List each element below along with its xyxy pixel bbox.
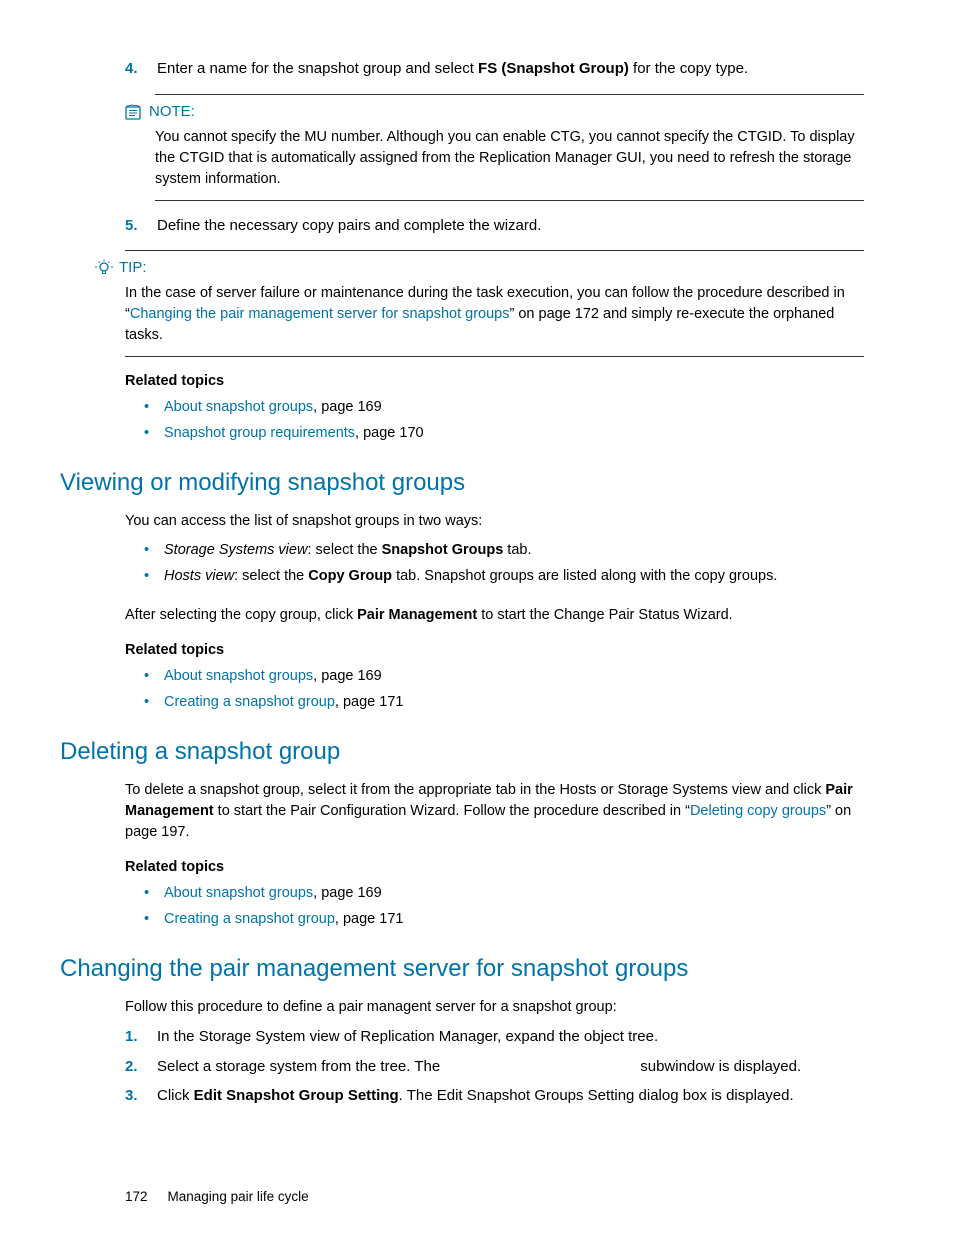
list-item: • About snapshot groups, page 169: [144, 883, 864, 904]
related-link[interactable]: Creating a snapshot group: [164, 911, 335, 927]
del-link[interactable]: Deleting copy groups: [690, 803, 826, 819]
view-after-pre: After selecting the copy group, click: [125, 607, 357, 623]
change-step-3-number: 3.: [125, 1085, 157, 1107]
note-label: NOTE:: [149, 101, 195, 123]
list-item: • Storage Systems view: select the Snaps…: [144, 540, 864, 561]
related-link[interactable]: About snapshot groups: [164, 668, 313, 684]
step4-bold: FS (Snapshot Group): [478, 60, 629, 77]
bullet-icon: •: [144, 423, 164, 444]
tip-icon: [95, 260, 113, 276]
change-step-1-body: In the Storage System view of Replicatio…: [157, 1026, 864, 1048]
view-after-post: to start the Change Pair Status Wizard.: [477, 607, 732, 623]
related-topics-label-2: Related topics: [125, 640, 864, 661]
del-mid: to start the Pair Configuration Wizard. …: [214, 803, 690, 819]
related-rest: , page 169: [313, 668, 382, 684]
change-step-1: 1. In the Storage System view of Replica…: [125, 1026, 864, 1048]
change-step-2-body: Select a storage system from the tree. T…: [157, 1056, 864, 1078]
view-b2-bold: Copy Group: [308, 568, 392, 584]
heading-changing: Changing the pair management server for …: [60, 952, 864, 987]
related-link[interactable]: About snapshot groups: [164, 399, 313, 415]
note-header: NOTE:: [125, 101, 864, 123]
bullet-icon: •: [144, 692, 164, 713]
bullet-icon: •: [144, 666, 164, 687]
related-link[interactable]: About snapshot groups: [164, 885, 313, 901]
step-5-body: Define the necessary copy pairs and comp…: [157, 215, 864, 237]
viewing-intro: You can access the list of snapshot grou…: [125, 511, 864, 532]
s3-pre: Click: [157, 1087, 194, 1104]
change-step-3-body: Click Edit Snapshot Group Setting. The E…: [157, 1085, 864, 1107]
related-link[interactable]: Snapshot group requirements: [164, 425, 355, 441]
list-item: • About snapshot groups, page 169: [144, 397, 864, 418]
footer-title: Managing pair life cycle: [168, 1187, 309, 1207]
s2-pre: Select a storage system from the tree. T…: [157, 1058, 444, 1075]
change-step-2-number: 2.: [125, 1056, 157, 1078]
note-box: NOTE: You cannot specify the MU number. …: [155, 94, 864, 201]
list-item: • Hosts view: select the Copy Group tab.…: [144, 566, 864, 587]
bullet-icon: •: [144, 566, 164, 587]
view-b2-post: tab. Snapshot groups are listed along wi…: [392, 568, 777, 584]
viewing-list: • Storage Systems view: select the Snaps…: [144, 540, 864, 587]
related-topics-label-3: Related topics: [125, 857, 864, 878]
tip-link[interactable]: Changing the pair management server for …: [130, 306, 510, 322]
deleting-para: To delete a snapshot group, select it fr…: [125, 780, 864, 843]
related-topics-label-1: Related topics: [125, 371, 864, 392]
change-step-3: 3. Click Edit Snapshot Group Setting. Th…: [125, 1085, 864, 1107]
view-b2-pre: : select the: [234, 568, 308, 584]
tip-body: In the case of server failure or mainten…: [125, 283, 864, 346]
related-rest: , page 171: [335, 694, 404, 710]
step4-post: for the copy type.: [629, 60, 748, 77]
heading-viewing: Viewing or modifying snapshot groups: [60, 466, 864, 501]
tip-label: TIP:: [119, 257, 147, 279]
step-4-body: Enter a name for the snapshot group and …: [157, 58, 864, 80]
viewing-after: After selecting the copy group, click Pa…: [125, 605, 864, 626]
del-pre: To delete a snapshot group, select it fr…: [125, 782, 825, 798]
step4-pre: Enter a name for the snapshot group and …: [157, 60, 478, 77]
related-rest: , page 171: [335, 911, 404, 927]
page-footer: 172 Managing pair life cycle: [125, 1187, 864, 1207]
list-item: • About snapshot groups, page 169: [144, 666, 864, 687]
list-item: • Snapshot group requirements, page 170: [144, 423, 864, 444]
related-rest: , page 169: [313, 885, 382, 901]
view-b1-pre: : select the: [307, 542, 381, 558]
s3-post: . The Edit Snapshot Groups Setting dialo…: [399, 1087, 794, 1104]
view-b1-post: tab.: [503, 542, 531, 558]
view-b1-ital: Storage Systems view: [164, 542, 307, 558]
tip-header: TIP:: [95, 257, 864, 279]
note-icon: [125, 104, 143, 120]
step-4-item: 4. Enter a name for the snapshot group a…: [125, 58, 864, 80]
s3-bold: Edit Snapshot Group Setting: [194, 1087, 399, 1104]
bullet-icon: •: [144, 909, 164, 930]
page-number: 172: [125, 1187, 148, 1207]
s2-post: subwindow is displayed.: [640, 1058, 801, 1075]
step-4-number: 4.: [125, 58, 157, 80]
changing-intro: Follow this procedure to define a pair m…: [125, 997, 864, 1018]
tip-box: TIP: In the case of server failure or ma…: [125, 250, 864, 357]
related-link[interactable]: Creating a snapshot group: [164, 694, 335, 710]
related-list-3: • About snapshot groups, page 169 • Crea…: [144, 883, 864, 930]
s2-gap: [444, 1058, 640, 1075]
list-item: • Creating a snapshot group, page 171: [144, 692, 864, 713]
change-step-1-number: 1.: [125, 1026, 157, 1048]
bullet-icon: •: [144, 397, 164, 418]
change-step-2: 2. Select a storage system from the tree…: [125, 1056, 864, 1078]
view-after-bold: Pair Management: [357, 607, 477, 623]
step-5-number: 5.: [125, 215, 157, 237]
step-5-item: 5. Define the necessary copy pairs and c…: [125, 215, 864, 237]
document-page: 4. Enter a name for the snapshot group a…: [0, 0, 954, 1257]
bullet-icon: •: [144, 883, 164, 904]
related-list-2: • About snapshot groups, page 169 • Crea…: [144, 666, 864, 713]
related-rest: , page 169: [313, 399, 382, 415]
note-body: You cannot specify the MU number. Althou…: [155, 127, 864, 190]
related-list-1: • About snapshot groups, page 169 • Snap…: [144, 397, 864, 444]
bullet-icon: •: [144, 540, 164, 561]
related-rest: , page 170: [355, 425, 424, 441]
view-b2-ital: Hosts view: [164, 568, 234, 584]
heading-deleting: Deleting a snapshot group: [60, 735, 864, 770]
view-b1-bold: Snapshot Groups: [382, 542, 504, 558]
list-item: • Creating a snapshot group, page 171: [144, 909, 864, 930]
